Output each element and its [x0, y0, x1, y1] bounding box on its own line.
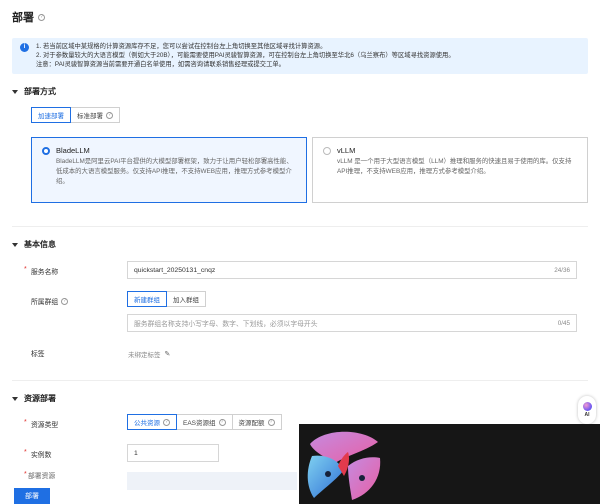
resource-type-label: 资源类型	[31, 422, 59, 429]
help-icon[interactable]: ?	[106, 111, 113, 119]
help-icon[interactable]: ?	[61, 297, 69, 305]
char-count: 0/45	[557, 319, 570, 327]
group-tabs: 新建群组 加入群组	[127, 291, 206, 307]
caret-down-icon	[12, 396, 18, 401]
app-logo	[307, 431, 381, 500]
required-mark: *	[24, 266, 27, 273]
notice-line-3: 注意：PAI灵骏智算资源当前需要开通白名单使用，如需咨询请联系销售经理或提交工单…	[36, 61, 285, 68]
caret-down-icon	[12, 242, 18, 247]
service-name-input[interactable]: quickstart_20250131_cnqz 24/36	[127, 261, 577, 279]
ai-sparkle-icon	[582, 402, 592, 411]
section-resource[interactable]: 资源部署	[12, 393, 56, 404]
tab-join-group[interactable]: 加入群组	[166, 291, 206, 307]
required-mark: *	[24, 471, 27, 478]
tag-value[interactable]: 未绑定标签 ✎	[128, 349, 170, 359]
help-icon[interactable]: ?	[163, 418, 170, 426]
ai-assistant-button[interactable]: AI	[578, 396, 596, 424]
instance-count-input[interactable]: 1	[127, 444, 219, 462]
caret-down-icon	[12, 89, 18, 94]
group-label: 所属群组 ?	[31, 296, 69, 306]
tab-eas-resource-group[interactable]: EAS资源组 ?	[176, 414, 233, 430]
card-name: vLLM	[337, 146, 356, 155]
section-deploy-method[interactable]: 部署方式	[12, 86, 56, 97]
card-desc: vLLM 是一个用于大型语言模型（LLM）推理和服务的快速且易于使用的库。仅支持…	[337, 158, 572, 175]
radio-bladellm[interactable]	[42, 147, 50, 155]
instance-count-label: 实例数	[31, 452, 52, 459]
info-notice: i 1. 若当前区域中某规格的计算资源库存不足，您可以尝试在控制台左上角切换至其…	[12, 38, 588, 74]
tab-public-resource[interactable]: 公共资源 ?	[127, 414, 177, 430]
notice-line-1: 1. 若当前区域中某规格的计算资源库存不足，您可以尝试在控制台左上角切换至其他区…	[36, 43, 327, 50]
card-name: BladeLLM	[56, 146, 90, 155]
info-icon: i	[20, 43, 29, 52]
tab-accelerated-deploy[interactable]: 加速部署	[31, 107, 71, 123]
edit-icon[interactable]: ✎	[165, 350, 171, 358]
char-count: 24/36	[554, 266, 570, 274]
required-mark: *	[24, 449, 27, 456]
deploy-button[interactable]: 部署	[14, 488, 50, 504]
help-icon[interactable]: ?	[267, 418, 275, 426]
tag-label: 标签	[31, 351, 45, 358]
section-basic-info[interactable]: 基本信息	[12, 239, 56, 250]
resource-type-tabs: 公共资源 ? EAS资源组 ? 资源配额 ?	[127, 414, 282, 430]
deploy-resource-label: 部署资源	[28, 473, 56, 480]
card-bladellm[interactable]: BladeLLM BladeLLM是阿里云PAI平台提供的大模型部署框架，致力于…	[31, 137, 307, 203]
divider	[12, 380, 588, 381]
deploy-resource-row[interactable]	[127, 472, 297, 490]
tab-new-group[interactable]: 新建群组	[127, 291, 167, 307]
help-icon[interactable]: ?	[218, 418, 226, 426]
divider	[12, 226, 588, 227]
tab-standard-deploy[interactable]: 标准部署 ?	[70, 107, 120, 123]
radio-vllm[interactable]	[323, 147, 331, 155]
group-name-input[interactable]: 服务群组名称支持小写字母、数字、下划线，必须以字母开头 0/45	[127, 314, 577, 332]
card-vllm[interactable]: vLLM vLLM 是一个用于大型语言模型（LLM）推理和服务的快速且易于使用的…	[312, 137, 588, 203]
required-mark: *	[24, 419, 27, 426]
card-desc: BladeLLM是阿里云PAI平台提供的大模型部署框架，致力于让用户轻松部署高性…	[56, 158, 293, 185]
help-icon[interactable]: ?	[38, 13, 45, 21]
page-title: 部署 ?	[12, 9, 45, 25]
notice-line-2: 2. 对于参数量较大的大语言模型（例如大于20B），可能需要使用PAI灵骏智算资…	[36, 52, 455, 59]
service-name-label: 服务名称	[31, 269, 59, 276]
tab-resource-quota[interactable]: 资源配额 ?	[231, 414, 282, 430]
deploy-mode-tabs: 加速部署 标准部署 ?	[31, 107, 120, 123]
